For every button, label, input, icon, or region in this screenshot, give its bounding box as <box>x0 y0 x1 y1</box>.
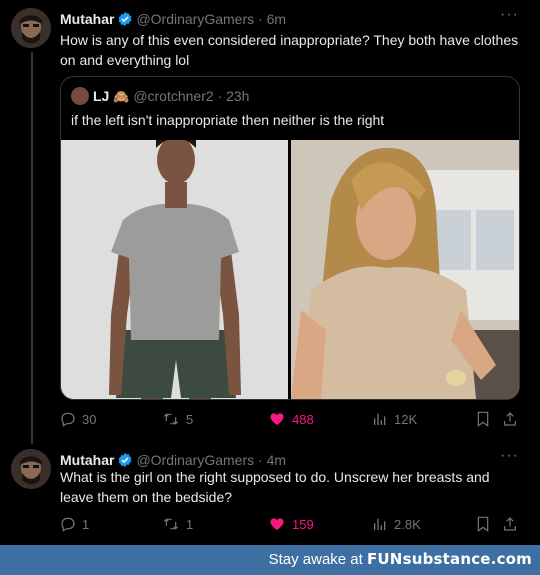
views-count: 12K <box>394 411 418 427</box>
watermark-banner: Stay awake at FUNsubstance.com <box>0 545 540 575</box>
avatar[interactable] <box>11 449 51 489</box>
analytics-icon <box>374 518 386 530</box>
like-count: 488 <box>292 411 314 427</box>
views-button[interactable]: 12K <box>372 411 417 427</box>
reply-button[interactable]: 30 <box>60 411 96 427</box>
like-button[interactable]: 488 <box>268 411 314 427</box>
author-handle[interactable]: @OrdinaryGamers <box>136 11 254 27</box>
quoted-tweet[interactable]: LJ 🙈 @crotchner2 · 23h if the left isn't… <box>60 76 520 400</box>
retweet-button[interactable]: 1 <box>162 516 193 532</box>
author-name[interactable]: Mutahar <box>60 452 114 468</box>
reply-count: 1 <box>82 516 90 532</box>
verified-badge-icon <box>117 11 133 31</box>
author-name[interactable]: Mutahar <box>60 11 114 27</box>
bookmark-icon <box>477 411 489 427</box>
tweet-text: What is the girl on the right supposed t… <box>60 469 490 505</box>
tweet-text: How is any of this even considered inapp… <box>60 32 519 68</box>
quote-text: if the left isn't inappropriate then nei… <box>71 112 385 128</box>
see-no-evil-emoji: 🙈 <box>113 89 130 104</box>
timestamp[interactable]: · 6m <box>258 11 286 27</box>
tweet-header: Mutahar @OrdinaryGamers · 6m <box>60 10 286 31</box>
avatar[interactable] <box>11 8 51 48</box>
share-icon <box>504 517 516 531</box>
watermark-brand: FUNsubstance.com <box>366 550 532 568</box>
share-button[interactable] <box>502 411 518 427</box>
retweet-count: 5 <box>186 411 194 427</box>
reply-button[interactable]: 1 <box>60 516 89 532</box>
watermark-prefix: Stay awake at <box>268 551 367 568</box>
views-button[interactable]: 2.8K <box>372 516 421 532</box>
bookmark-button[interactable] <box>476 411 490 427</box>
bookmark-icon <box>477 516 489 532</box>
photo-right[interactable] <box>291 140 519 399</box>
like-button[interactable]: 159 <box>268 516 314 532</box>
retweet-icon <box>163 413 179 425</box>
thread-line <box>31 52 33 444</box>
quote-timestamp: · 23h <box>217 88 250 104</box>
share-button[interactable] <box>502 516 518 532</box>
quote-author-name[interactable]: LJ <box>93 88 109 104</box>
reply-icon <box>61 412 75 427</box>
retweet-count: 1 <box>186 516 194 532</box>
share-icon <box>504 412 516 426</box>
more-options-icon[interactable]: ··· <box>500 6 519 24</box>
views-count: 2.8K <box>394 516 421 532</box>
quote-avatar[interactable] <box>71 87 89 105</box>
author-handle[interactable]: @OrdinaryGamers <box>136 452 254 468</box>
photo-left[interactable] <box>61 140 288 399</box>
retweet-button[interactable]: 5 <box>162 411 193 427</box>
watermark-text: Stay awake at FUNsubstance.com <box>269 550 532 568</box>
heart-icon <box>270 518 284 530</box>
like-count: 159 <box>292 516 314 532</box>
more-options-icon[interactable]: ··· <box>500 447 519 465</box>
heart-icon <box>270 413 284 425</box>
analytics-icon <box>374 413 386 425</box>
quote-author-handle[interactable]: @crotchner2 <box>133 88 213 104</box>
timestamp[interactable]: · 4m <box>258 452 286 468</box>
reply-count: 30 <box>82 411 97 427</box>
quote-header: LJ 🙈 @crotchner2 · 23h <box>71 87 249 106</box>
reply-icon <box>61 517 75 532</box>
retweet-icon <box>163 518 179 530</box>
bookmark-button[interactable] <box>476 516 490 532</box>
